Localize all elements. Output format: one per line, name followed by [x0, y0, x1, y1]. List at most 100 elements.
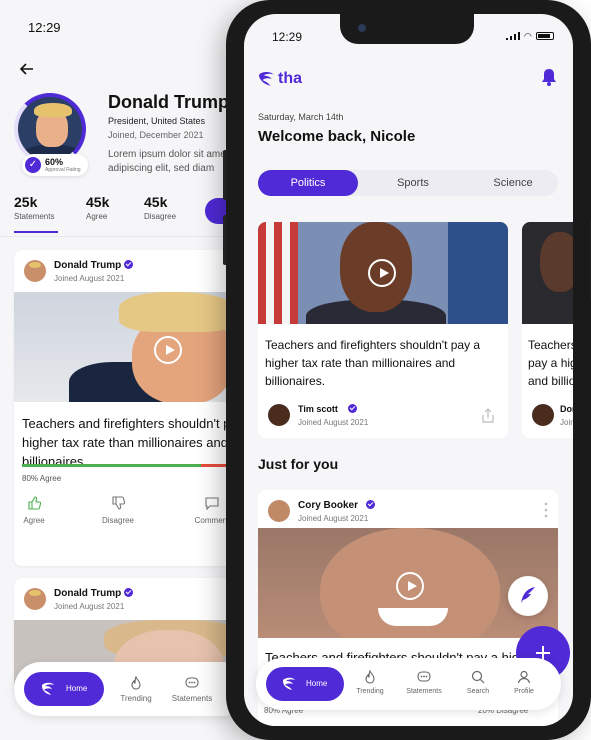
stat-value: 45k	[144, 194, 168, 210]
greeting-date: Saturday, March 14th	[258, 112, 344, 122]
agree-percent: 80% Agree	[22, 474, 62, 483]
stat-value: 25k	[14, 194, 38, 210]
nav-home[interactable]: Home	[266, 667, 344, 701]
tab-sports[interactable]: Sports	[363, 170, 463, 196]
bell-icon[interactable]	[541, 68, 557, 86]
category-tabs: Politics Sports Science	[258, 170, 558, 196]
flame-icon	[365, 670, 375, 684]
author-avatar	[532, 404, 554, 426]
user-icon	[517, 670, 531, 684]
app-showcase: 12:29 ✓ 60% Approval Rating Donald Trump…	[0, 0, 591, 740]
profile-title: President, United States	[108, 116, 206, 126]
chat-dots-icon	[185, 677, 199, 688]
share-icon[interactable]	[480, 408, 496, 424]
nav-statements[interactable]: Statements	[402, 670, 446, 695]
brand-logo[interactable]: tha	[258, 68, 302, 90]
play-icon[interactable]	[154, 336, 182, 364]
notch	[340, 14, 474, 44]
status-time: 12:29	[272, 30, 303, 44]
author-joined: Joined August 2021	[54, 602, 125, 611]
flame-icon	[131, 676, 141, 690]
agree-progress-bar	[22, 464, 246, 467]
author-joined: Joined August 2021	[54, 274, 125, 283]
verified-icon	[366, 499, 376, 509]
phone-frame: 12:29 ◠ tha Saturday, March 14th Welcome…	[223, 0, 591, 740]
active-stat-indicator	[14, 231, 58, 233]
approval-percent: 60%	[45, 157, 64, 167]
thumbs-down-icon	[112, 496, 125, 510]
author-joined: Joined August 2021	[560, 418, 573, 427]
author-avatar	[268, 404, 290, 426]
brand-name: tha	[278, 70, 302, 87]
statement-card[interactable]: Donald Trump Joined August 2021 Teachers…	[14, 250, 254, 566]
check-icon: ✓	[25, 157, 41, 173]
more-options-icon[interactable]	[544, 502, 548, 518]
agree-progress-fill	[22, 464, 202, 467]
statement-video[interactable]	[14, 292, 254, 402]
chat-dots-icon	[417, 671, 431, 682]
approval-label: Approval Rating	[45, 167, 81, 173]
play-icon[interactable]	[396, 572, 424, 600]
stat-label: Agree	[86, 212, 108, 221]
bottom-nav: Home Trending Statements	[14, 662, 249, 716]
app-header: tha	[244, 58, 573, 96]
statement-text: Teachers and firefighters shouldn't pay …	[528, 338, 573, 388]
verified-icon	[124, 259, 134, 269]
author-name: Cory Booker	[298, 499, 376, 511]
compose-button[interactable]	[508, 576, 548, 616]
stat-label: Disagree	[144, 212, 177, 221]
nav-trending[interactable]: Trending	[348, 670, 392, 695]
etha-logo-icon	[42, 682, 54, 695]
nav-trending[interactable]: Trending	[114, 676, 158, 703]
author-avatar	[24, 588, 46, 610]
comment-icon	[205, 497, 219, 510]
battery-icon	[536, 32, 554, 40]
stat-label: Statements	[14, 212, 55, 221]
author-name: Donald Trump	[560, 404, 573, 414]
tab-politics[interactable]: Politics	[258, 170, 358, 196]
disagree-button[interactable]: Disagree	[98, 496, 138, 525]
statement-text: Teachers and firefighters shouldn't pay …	[22, 416, 254, 469]
section-title: Just for you	[258, 456, 339, 472]
featured-video[interactable]	[258, 222, 508, 324]
back-arrow-icon[interactable]	[20, 62, 34, 76]
status-time: 12:29	[28, 20, 61, 35]
agree-button[interactable]: Agree	[14, 496, 54, 525]
featured-video[interactable]	[522, 222, 573, 324]
featured-card[interactable]: Teachers and firefighters shouldn't pay …	[522, 222, 573, 438]
profile-name: Donald Trump	[108, 92, 229, 112]
etha-logo-icon	[283, 677, 295, 690]
featured-card[interactable]: Teachers and firefighters shouldn't pay …	[258, 222, 508, 438]
author-avatar	[268, 500, 290, 522]
play-icon[interactable]	[368, 259, 396, 287]
home-screen: 12:29 ◠ tha Saturday, March 14th Welcome…	[244, 14, 573, 726]
quill-icon	[521, 587, 535, 603]
thumbs-up-icon	[28, 496, 41, 510]
author-avatar	[24, 260, 46, 282]
stat-statements[interactable]: 25k Statements	[14, 194, 54, 221]
profile-bio: Lorem ipsum dolor sit amet, adipiscing e…	[108, 149, 232, 174]
stat-value: 45k	[86, 194, 110, 210]
greeting-title: Welcome back, Nicole	[258, 128, 416, 145]
nav-profile[interactable]: Profile	[502, 670, 546, 695]
stat-disagree[interactable]: 45k Disagree	[144, 194, 176, 221]
author-name: Donald Trump	[54, 259, 134, 271]
verified-icon	[347, 404, 357, 414]
tab-science[interactable]: Science	[468, 170, 558, 196]
bottom-nav: Home Trending Statements Search Profile	[256, 658, 561, 710]
etha-logo-icon	[259, 71, 274, 86]
stat-agree[interactable]: 45k Agree	[86, 194, 109, 221]
nav-home[interactable]: Home	[24, 672, 104, 706]
author-name: Donald Trump	[54, 587, 134, 599]
author-name: Tim scott	[298, 404, 357, 414]
nav-statements[interactable]: Statements	[170, 676, 214, 703]
author-joined: Joined August 2021	[298, 514, 369, 523]
approval-badge: ✓ 60% Approval Rating	[22, 154, 88, 176]
nav-search[interactable]: Search	[456, 670, 500, 695]
author-joined: Joined August 2021	[298, 418, 369, 427]
wifi-icon: ◠	[524, 31, 532, 41]
statement-text: Teachers and firefighters shouldn't pay …	[265, 338, 481, 388]
verified-icon	[124, 587, 134, 597]
signal-icon	[506, 32, 520, 40]
status-icons: ◠	[506, 30, 556, 42]
